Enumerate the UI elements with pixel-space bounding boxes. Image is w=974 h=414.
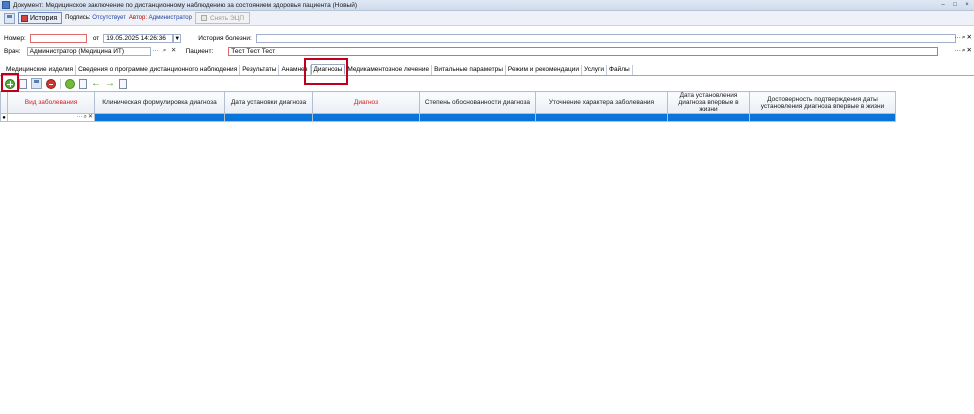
- more-icon[interactable]: ···: [954, 34, 961, 42]
- add-button-highlight: [1, 73, 19, 92]
- patient-search-icon[interactable]: ⌕: [962, 47, 966, 55]
- patient-label: Пациент:: [185, 47, 214, 55]
- column-disease-nature[interactable]: Уточнение характера заболевания: [535, 91, 668, 114]
- cell-more-icon[interactable]: ···: [77, 114, 83, 121]
- signature-status: Подпись: Отсутствует: [65, 15, 126, 21]
- form-row-number: Номер: от 19.05.2025 14:26:36 ▼ История …: [0, 32, 974, 44]
- date-field[interactable]: 19.05.2025 14:26:36: [103, 33, 174, 43]
- document-icon[interactable]: [79, 78, 87, 89]
- history-label: История болезни:: [198, 34, 252, 42]
- number-field[interactable]: [29, 33, 87, 43]
- row-indicator: ●: [0, 113, 8, 122]
- diagnoses-table: Вид заболевания Клиническая формулировка…: [0, 91, 896, 122]
- column-disease-type[interactable]: Вид заболевания: [7, 91, 95, 114]
- signature-value: Отсутствует: [92, 15, 126, 21]
- table-header: Вид заболевания Клиническая формулировка…: [0, 91, 896, 114]
- number-label: Номер:: [4, 34, 26, 42]
- doctor-more-icon[interactable]: ···: [152, 47, 160, 55]
- arrow-right-icon[interactable]: →: [105, 78, 115, 89]
- author-status: Автор: Администратор: [129, 15, 192, 21]
- column-first-diagnosis-date[interactable]: Дата установления диагноза впервые в жиз…: [667, 91, 750, 114]
- tab-program-info[interactable]: Сведения о программе дистанционного набл…: [76, 65, 241, 75]
- doctor-label: Врач:: [4, 47, 21, 55]
- grid-toolbar: ← →: [0, 77, 974, 90]
- history-lookup: ··· ⌕ ✕: [954, 34, 972, 42]
- history-button[interactable]: История: [18, 12, 63, 24]
- doctor-field[interactable]: Администратор (Медицина ИТ): [26, 46, 151, 56]
- app-icon: [2, 1, 10, 9]
- column-diagnosis[interactable]: Диагноз: [312, 91, 420, 114]
- diagnoses-tab-highlight: [304, 58, 348, 85]
- window-controls: – □ ×: [938, 1, 972, 9]
- date-dropdown-icon[interactable]: ▼: [173, 33, 182, 43]
- tab-services[interactable]: Услуги: [582, 65, 608, 75]
- arrow-left-icon[interactable]: ←: [91, 78, 101, 89]
- toolbar-divider: [60, 78, 61, 89]
- minimize-button[interactable]: –: [938, 1, 948, 9]
- remove-ecp-button[interactable]: Снять ЭЦП: [194, 12, 251, 24]
- history-icon: [21, 14, 28, 22]
- history-button-label: История: [30, 14, 58, 22]
- column-first-date-reliability[interactable]: Достоверность подтверждения даты установ…: [749, 91, 896, 114]
- patient-lookup: ··· ⌕ ✕: [954, 47, 972, 55]
- cell-lookup: ··· ⌕ ✕: [8, 114, 94, 121]
- tab-regimen[interactable]: Режим и рекомендации: [506, 65, 583, 75]
- first-date-reliability-cell[interactable]: [749, 113, 896, 122]
- search-icon[interactable]: ⌕: [962, 34, 966, 42]
- author-label: Автор:: [128, 15, 147, 21]
- report-icon[interactable]: [119, 78, 127, 89]
- document-toolbar: История Подпись: Отсутствует Автор: Адми…: [0, 11, 974, 113]
- patient-more-icon[interactable]: ···: [954, 47, 961, 55]
- window-title: Документ: Медицинское заключение по дист…: [13, 1, 357, 9]
- from-label: от: [92, 34, 100, 42]
- close-button[interactable]: ×: [962, 1, 972, 9]
- column-diagnosis-date[interactable]: Дата установки диагноза: [224, 91, 313, 114]
- refresh-icon[interactable]: [65, 78, 75, 89]
- column-validity-degree[interactable]: Степень обоснованности диагноза: [419, 91, 536, 114]
- patient-field[interactable]: Тест Тест Тест: [228, 46, 939, 56]
- doctor-search-icon[interactable]: ⌕: [161, 47, 169, 55]
- diagnosis-cell[interactable]: [312, 113, 420, 122]
- disease-type-cell[interactable]: ··· ⌕ ✕: [7, 113, 95, 122]
- column-clinical-wording[interactable]: Клиническая формулировка диагноза: [94, 91, 225, 114]
- tab-files[interactable]: Файлы: [607, 65, 633, 75]
- cell-search-icon[interactable]: ⌕: [84, 114, 87, 121]
- first-diagnosis-date-cell[interactable]: [667, 113, 750, 122]
- edit-row-icon[interactable]: [19, 78, 27, 89]
- ecp-icon: [200, 15, 207, 21]
- doctor-lookup: ··· ⌕ ✕: [152, 47, 178, 55]
- doctor-clear-icon[interactable]: ✕: [170, 47, 178, 55]
- signature-label: Подпись:: [65, 15, 91, 21]
- header-corner: [0, 91, 8, 114]
- section-tabs: Медицинские изделия Сведения о программе…: [0, 64, 974, 76]
- author-value: Администратор: [148, 15, 192, 21]
- history-field[interactable]: [255, 33, 956, 43]
- patient-clear-icon[interactable]: ✕: [967, 47, 972, 55]
- delete-row-icon[interactable]: [46, 78, 56, 89]
- table-row[interactable]: ● ··· ⌕ ✕: [0, 113, 896, 122]
- clinical-wording-cell[interactable]: [94, 113, 225, 122]
- tab-medication[interactable]: Медикаментозное лечение: [345, 65, 433, 75]
- cell-clear-icon[interactable]: ✕: [88, 114, 93, 121]
- save-row-icon[interactable]: [31, 78, 42, 89]
- diagnosis-date-cell[interactable]: [224, 113, 313, 122]
- tab-results[interactable]: Результаты: [240, 65, 280, 75]
- window-titlebar: Документ: Медицинское заключение по дист…: [0, 0, 974, 11]
- tab-vital-parameters[interactable]: Витальные параметры: [432, 65, 506, 75]
- remove-ecp-label: Снять ЭЦП: [209, 14, 245, 22]
- disease-nature-cell[interactable]: [535, 113, 668, 122]
- maximize-button[interactable]: □: [950, 1, 960, 9]
- save-icon[interactable]: [4, 12, 15, 24]
- clear-icon[interactable]: ✕: [967, 34, 972, 42]
- validity-degree-cell[interactable]: [419, 113, 536, 122]
- form-row-doctor: Врач: Администратор (Медицина ИТ) ··· ⌕ …: [0, 45, 974, 57]
